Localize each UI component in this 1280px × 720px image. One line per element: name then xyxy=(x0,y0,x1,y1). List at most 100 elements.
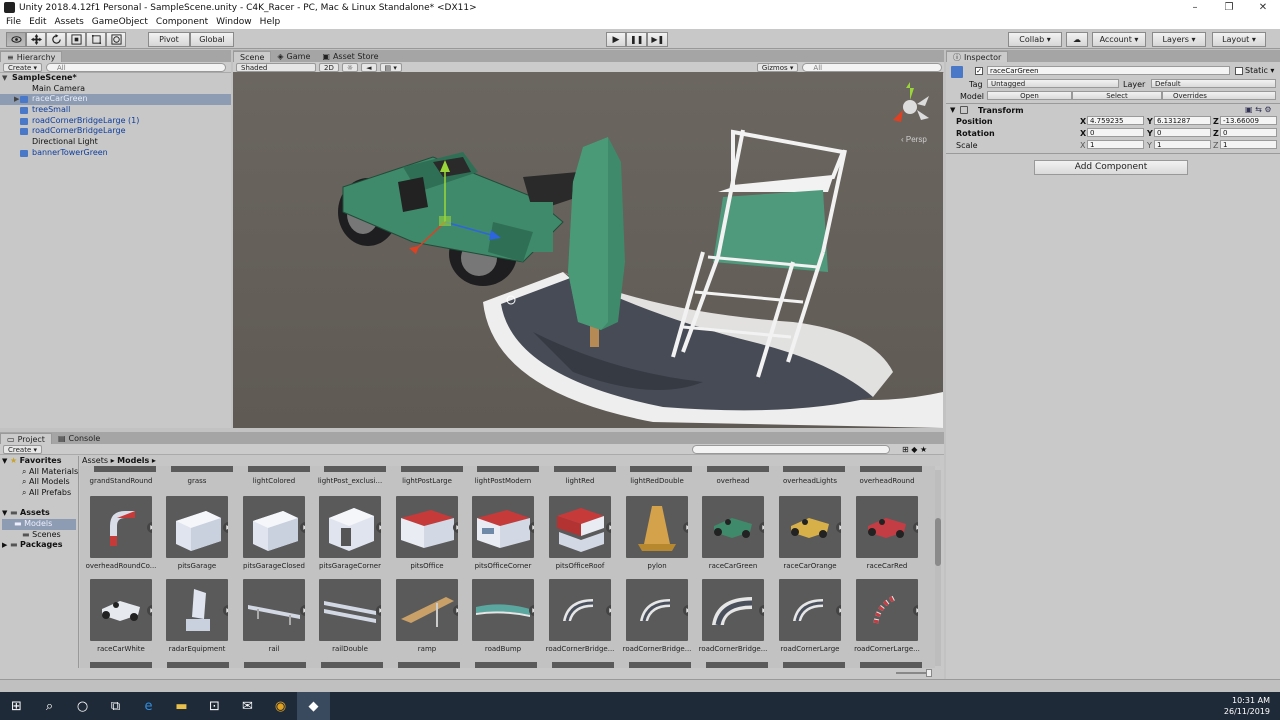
transform-tool-button[interactable] xyxy=(106,32,126,47)
scale-x-field[interactable]: 1 xyxy=(1087,140,1144,149)
store-icon[interactable]: ⊡ xyxy=(198,692,231,720)
play-icon[interactable]: ▶ xyxy=(606,605,611,616)
asset-pitsgarageclosed[interactable]: ▶ pitsGarageClosed xyxy=(236,496,312,570)
play-icon[interactable]: ▶ xyxy=(913,522,918,533)
play-icon[interactable]: ▶ xyxy=(529,605,534,616)
assets-row[interactable]: ▼ ▬ Assets xyxy=(2,508,76,519)
play-icon[interactable]: ▶ xyxy=(836,522,841,533)
play-icon[interactable]: ▶ xyxy=(376,605,381,616)
project-create-button[interactable]: Create ▾ xyxy=(3,444,42,454)
asset-racecarwhite[interactable]: ▶ raceCarWhite xyxy=(83,579,159,653)
asset-roadcornerlarge-2[interactable]: ▶ roadCornerLarge... xyxy=(849,579,925,653)
account-button[interactable]: Account ▾ xyxy=(1092,32,1146,47)
play-icon[interactable]: ▶ xyxy=(606,522,611,533)
expand-arrow-icon[interactable]: ▼ xyxy=(2,73,7,84)
hierarchy-item-directional-light[interactable]: Directional Light xyxy=(0,137,231,148)
menu-file[interactable]: File xyxy=(2,17,25,27)
asset-pitsgaragecorner[interactable]: ▶ pitsGarageCorner xyxy=(312,496,388,570)
menu-window[interactable]: Window xyxy=(212,17,256,27)
play-icon[interactable]: ▶ xyxy=(913,605,918,616)
cloud-button[interactable]: ☁ xyxy=(1066,32,1088,47)
collapse-arrow-icon[interactable]: ▶ xyxy=(2,541,7,549)
component-tools-icons[interactable]: ▣ ⇆ ⚙ xyxy=(1245,105,1272,114)
breadcrumb-assets[interactable]: Assets xyxy=(82,456,108,465)
scene-search-input[interactable]: All xyxy=(802,62,943,72)
expand-arrow-icon[interactable]: ▼ xyxy=(2,509,7,517)
asset-pitsoffice[interactable]: ▶ pitsOffice xyxy=(389,496,465,570)
rotation-y-field[interactable]: 0 xyxy=(1154,128,1211,137)
hierarchy-item-bannertowergreen[interactable]: bannerTowerGreen xyxy=(0,148,231,159)
race-car-model[interactable] xyxy=(338,152,578,286)
lighting-toggle-button[interactable]: ☼ xyxy=(341,62,359,72)
asset-roadbump[interactable]: ▶ roadBump xyxy=(465,579,541,653)
shading-mode-dropdown[interactable]: Shaded xyxy=(236,62,316,72)
hierarchy-item-racecargreen[interactable]: ▶ raceCarGreen xyxy=(0,94,231,106)
maximize-icon[interactable]: ❐ xyxy=(1212,0,1246,15)
asset-label[interactable]: lightPostModern xyxy=(465,477,541,485)
asset-racecargreen[interactable]: ▶ raceCarGreen xyxy=(695,496,771,570)
asset-label[interactable]: lightColored xyxy=(236,477,312,485)
asset-label[interactable]: overhead xyxy=(695,477,771,485)
collapse-arrow-icon[interactable]: ▶ xyxy=(14,94,19,105)
menu-component[interactable]: Component xyxy=(152,17,212,27)
scale-tool-button[interactable] xyxy=(66,32,86,47)
favorites-row[interactable]: ▼ ★ Favorites xyxy=(2,456,76,467)
play-icon[interactable]: ▶ xyxy=(147,522,152,533)
play-icon[interactable]: ▶ xyxy=(683,605,688,616)
global-toggle-button[interactable]: Global xyxy=(190,32,234,47)
static-checkbox[interactable] xyxy=(1235,67,1243,75)
play-icon[interactable]: ▶ xyxy=(759,522,764,533)
tab-scene[interactable]: Scene xyxy=(233,51,272,62)
play-icon[interactable]: ▶ xyxy=(300,605,305,616)
rotation-x-field[interactable]: 0 xyxy=(1087,128,1144,137)
unity-taskbar-icon[interactable]: ◆ xyxy=(297,692,330,720)
asset-roadcornerbridge-3[interactable]: ▶ roadCornerBridge... xyxy=(695,579,771,653)
mail-icon[interactable]: ✉ xyxy=(231,692,264,720)
edge-browser-icon[interactable]: e xyxy=(132,692,165,720)
view-tool-button[interactable] xyxy=(6,32,26,47)
menu-edit[interactable]: Edit xyxy=(25,17,50,27)
asset-pitsgarage[interactable]: ▶ pitsGarage xyxy=(159,496,235,570)
toggle-2d-button[interactable]: 2D xyxy=(319,62,339,72)
play-icon[interactable]: ▶ xyxy=(453,605,458,616)
tab-console[interactable]: ▤ Console xyxy=(52,433,106,444)
play-icon[interactable]: ▶ xyxy=(529,522,534,533)
select-button[interactable]: Select xyxy=(1072,91,1162,100)
tab-hierarchy[interactable]: ≡ Hierarchy xyxy=(0,51,63,62)
asset-label[interactable]: grass xyxy=(159,477,235,485)
menu-assets[interactable]: Assets xyxy=(51,17,88,27)
play-icon[interactable]: ▶ xyxy=(759,605,764,616)
packages-row[interactable]: ▶ ▬ Packages xyxy=(2,540,76,551)
hierarchy-item-roadcornerbridgelarge-1[interactable]: roadCornerBridgeLarge (1) xyxy=(0,116,231,127)
hierarchy-item-roadcornerbridgelarge[interactable]: roadCornerBridgeLarge xyxy=(0,126,231,137)
asset-label[interactable]: lightRedDouble xyxy=(619,477,695,485)
asset-grid-scrollbar[interactable] xyxy=(935,470,941,666)
play-icon[interactable]: ▶ xyxy=(836,605,841,616)
layout-dropdown[interactable]: Layout ▾ xyxy=(1212,32,1266,47)
menu-gameobject[interactable]: GameObject xyxy=(88,17,152,27)
asset-roadcornerbridge-1[interactable]: ▶ roadCornerBridge... xyxy=(542,579,618,653)
tag-dropdown[interactable]: Untagged xyxy=(987,79,1119,88)
transform-foldout-arrow-icon[interactable]: ▼ xyxy=(950,106,955,114)
task-view-icon[interactable]: ⧉ xyxy=(99,692,132,720)
asset-racecarred[interactable]: ▶ raceCarRed xyxy=(849,496,925,570)
position-x-field[interactable]: 4.759235 xyxy=(1087,116,1144,125)
chrome-icon[interactable]: ◉ xyxy=(264,692,297,720)
asset-label[interactable]: overheadLights xyxy=(772,477,848,485)
tab-project[interactable]: ▭ Project xyxy=(0,433,52,444)
play-button[interactable]: ▶ xyxy=(606,32,626,47)
play-icon[interactable]: ▶ xyxy=(300,522,305,533)
static-dropdown[interactable]: Static ▾ xyxy=(1245,66,1274,75)
slider-handle[interactable] xyxy=(926,669,932,677)
object-name-field[interactable]: raceCarGreen xyxy=(987,66,1230,75)
scene-viewport[interactable]: ‹ Persp xyxy=(233,72,943,428)
menu-help[interactable]: Help xyxy=(256,17,285,27)
hierarchy-create-button[interactable]: Create ▾ xyxy=(3,62,42,72)
tab-asset-store[interactable]: ▣ Asset Store xyxy=(316,51,384,62)
layers-dropdown[interactable]: Layers ▾ xyxy=(1152,32,1206,47)
breadcrumb-models[interactable]: Models xyxy=(117,456,149,465)
pivot-toggle-button[interactable]: Pivot xyxy=(148,32,190,47)
rect-tool-button[interactable] xyxy=(86,32,106,47)
cortana-icon[interactable]: ○ xyxy=(66,692,99,720)
asset-label[interactable]: lightRed xyxy=(542,477,618,485)
